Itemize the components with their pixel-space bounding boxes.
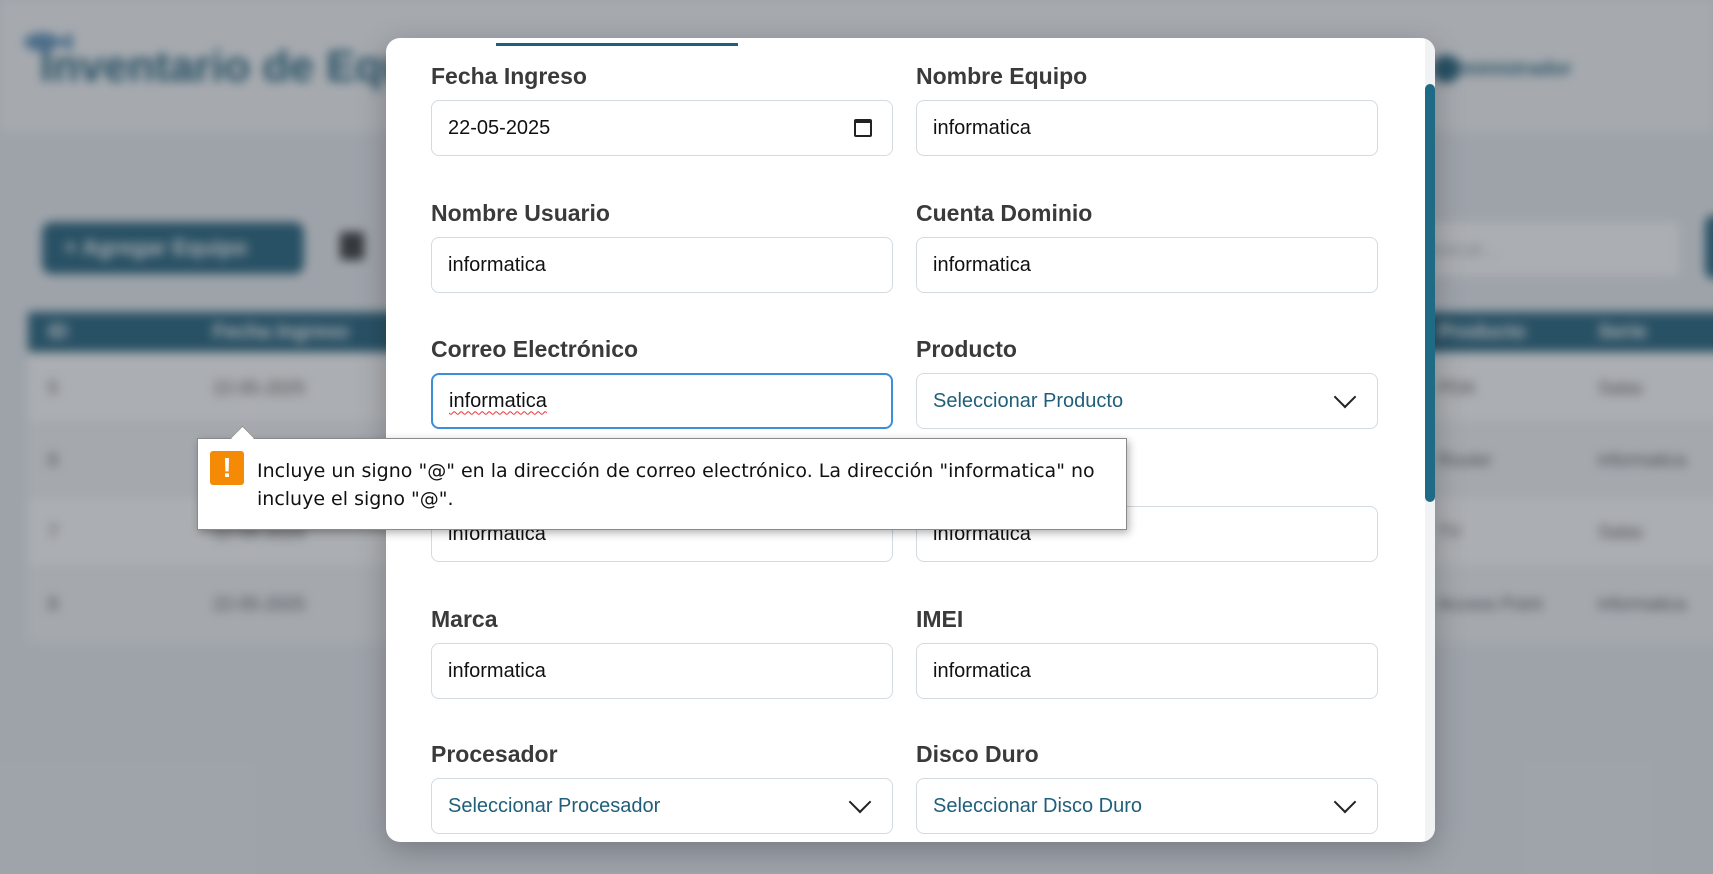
imei-label: IMEI <box>916 606 964 632</box>
chevron-down-icon <box>848 790 872 814</box>
nombre-usuario-input[interactable]: informatica <box>431 237 893 293</box>
correo-label: Correo Electrónico <box>431 336 639 362</box>
producto-select[interactable]: Seleccionar Producto <box>916 373 1378 429</box>
nombre-usuario-label: Nombre Usuario <box>431 200 610 226</box>
warning-icon: ! <box>210 451 244 485</box>
chevron-down-icon <box>1333 790 1357 814</box>
nombre-usuario-field: Nombre Usuario informatica <box>431 200 893 293</box>
correo-input[interactable]: informatica <box>431 373 893 429</box>
nombre-equipo-label: Nombre Equipo <box>916 63 1088 89</box>
scrollbar-thumb[interactable] <box>1425 84 1435 502</box>
fecha-ingreso-label: Fecha Ingreso <box>431 63 587 89</box>
marca-label: Marca <box>431 606 498 632</box>
active-tab-indicator <box>496 43 738 46</box>
cuenta-dominio-label: Cuenta Dominio <box>916 200 1093 226</box>
marca-field: Marca informatica <box>431 606 893 699</box>
producto-label: Producto <box>916 336 1017 362</box>
disco-duro-select[interactable]: Seleccionar Disco Duro <box>916 778 1378 834</box>
validation-message: Incluye un signo "@" en la dirección de … <box>257 460 1095 510</box>
imei-input[interactable]: informatica <box>916 643 1378 699</box>
nombre-equipo-field: Nombre Equipo informatica <box>916 63 1378 156</box>
cuenta-dominio-field: Cuenta Dominio informatica <box>916 200 1378 293</box>
marca-input[interactable]: informatica <box>431 643 893 699</box>
disco-duro-field: Disco Duro Seleccionar Disco Duro <box>916 741 1378 834</box>
cuenta-dominio-input[interactable]: informatica <box>916 237 1378 293</box>
fecha-ingreso-value: 22-05-2025 <box>448 116 551 139</box>
validation-tooltip: ! Incluye un signo "@" en la dirección d… <box>197 438 1127 530</box>
fecha-ingreso-field: Fecha Ingreso 22-05-2025 <box>431 63 893 156</box>
chevron-down-icon <box>1333 385 1357 409</box>
producto-field: Producto Seleccionar Producto <box>916 336 1378 429</box>
disco-duro-label: Disco Duro <box>916 741 1039 767</box>
procesador-field: Procesador Seleccionar Procesador <box>431 741 893 834</box>
nombre-equipo-input[interactable]: informatica <box>916 100 1378 156</box>
calendar-icon[interactable] <box>854 119 872 137</box>
correo-field: Correo Electrónico informatica <box>431 336 893 429</box>
procesador-label: Procesador <box>431 741 558 767</box>
procesador-select[interactable]: Seleccionar Procesador <box>431 778 893 834</box>
fecha-ingreso-input[interactable]: 22-05-2025 <box>431 100 893 156</box>
imei-field: IMEI informatica <box>916 606 1378 699</box>
